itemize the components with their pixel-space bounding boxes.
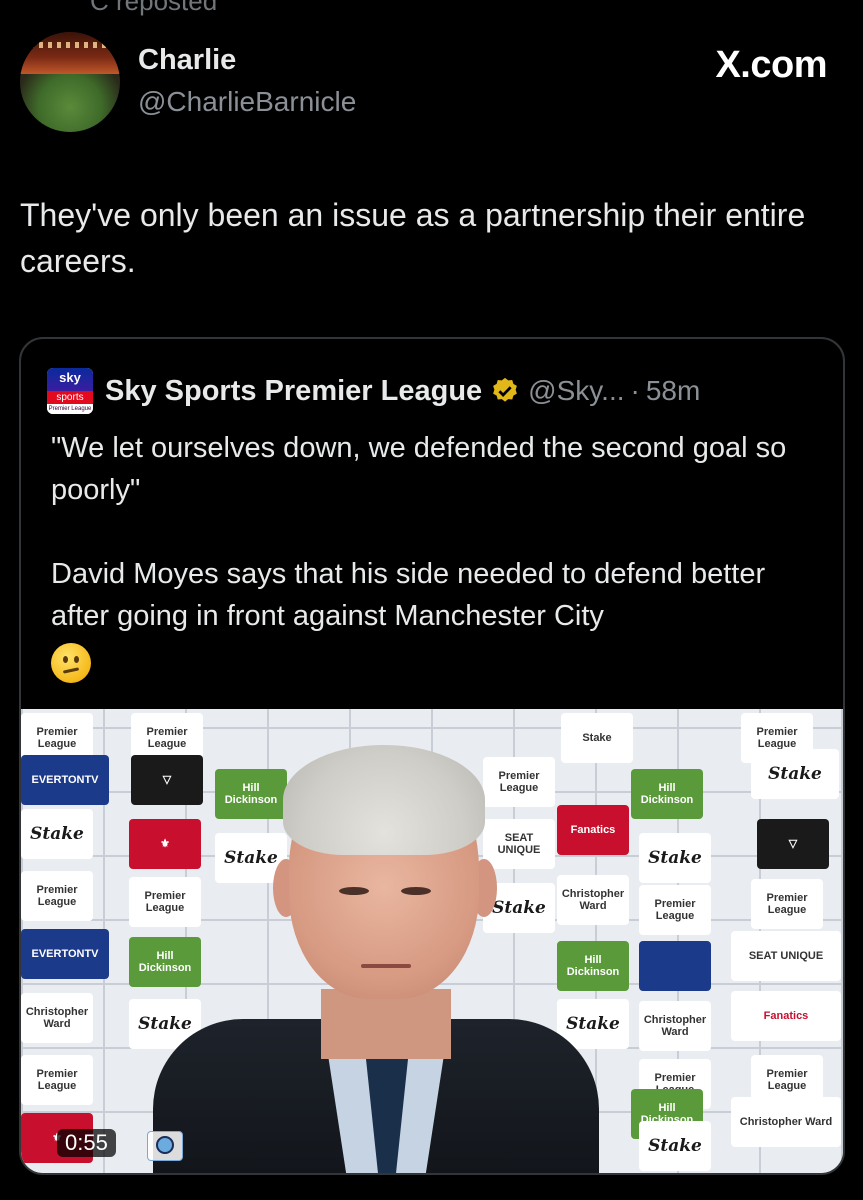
backdrop-tile: Christopher Ward xyxy=(639,1001,711,1051)
backdrop-tile: Christopher Ward xyxy=(21,993,93,1043)
author-name[interactable]: Charlie xyxy=(138,44,236,77)
speaker-eye xyxy=(401,887,431,895)
author-handle[interactable]: @CharlieBarnicle xyxy=(138,86,356,118)
verified-badge-icon xyxy=(493,377,518,402)
quoted-post-card[interactable]: sky sports Premier League Sky Sports Pre… xyxy=(19,337,845,1175)
backdrop-tile: Premier League xyxy=(129,877,201,927)
castore-tile: ▽ xyxy=(131,755,203,805)
video-duration-badge: 0:55 xyxy=(57,1129,116,1157)
backdrop-tile: Christopher Ward xyxy=(731,1097,841,1147)
speaker-neck xyxy=(321,989,451,1059)
backdrop-tile: SEAT UNIQUE xyxy=(483,819,555,869)
quoted-paragraph-2: David Moyes says that his side needed to… xyxy=(51,558,766,632)
backdrop-tile: Hill Dickinson xyxy=(129,937,201,987)
backdrop-tile: Premier League xyxy=(21,1055,93,1105)
quoted-timestamp[interactable]: 58m xyxy=(646,375,700,407)
backdrop-tile: Premier League xyxy=(21,871,93,921)
blue-tile xyxy=(639,941,711,991)
backdrop-tile: SEAT UNIQUE xyxy=(731,931,841,981)
backdrop-tile: Premier League xyxy=(483,757,555,807)
backdrop-tile: Christopher Ward xyxy=(557,875,629,925)
man-city-crest-icon xyxy=(147,1131,183,1161)
backdrop-tile: EVERTONTV xyxy=(21,755,109,805)
backdrop-tile: Stake xyxy=(751,749,839,799)
backdrop-tile: Hill Dickinson xyxy=(631,769,703,819)
backdrop-tile: EVERTONTV xyxy=(21,929,109,979)
quoted-author-handle[interactable]: @Sky... xyxy=(528,375,624,407)
quoted-post-header: sky sports Premier League Sky Sports Pre… xyxy=(47,368,700,414)
speaker-hair xyxy=(283,745,485,855)
quoted-post-text: "We let ourselves down, we defended the … xyxy=(51,427,831,695)
backdrop-tile: Fanatics xyxy=(731,991,841,1041)
backdrop-tile: Premier League xyxy=(751,879,823,929)
backdrop-tile: Hill Dickinson xyxy=(215,769,287,819)
author-avatar[interactable] xyxy=(20,32,120,132)
meta-separator: · xyxy=(630,375,640,406)
speaker-eye xyxy=(339,887,369,895)
backdrop-tile: Premier League xyxy=(639,885,711,935)
backdrop-tile: Fanatics xyxy=(557,805,629,855)
sky-sports-avatar[interactable]: sky sports Premier League xyxy=(47,368,93,414)
backdrop-tile: Stake xyxy=(639,1121,711,1171)
speaker-mouth xyxy=(361,964,411,968)
confused-face-icon xyxy=(51,643,91,683)
backdrop-tile: Stake xyxy=(561,713,633,763)
backdrop-tile: Stake xyxy=(21,809,93,859)
castore-tile: ▽ xyxy=(757,819,829,869)
video-player[interactable]: Premier League Premier League Stake Prem… xyxy=(21,709,843,1173)
backdrop-tile: Stake xyxy=(639,833,711,883)
quoted-paragraph-1: "We let ourselves down, we defended the … xyxy=(51,432,787,506)
quoted-author-name[interactable]: Sky Sports Premier League xyxy=(105,375,482,408)
everton-crest-tile: ⚜ xyxy=(129,819,201,869)
post-text: They've only been an issue as a partners… xyxy=(20,197,806,279)
backdrop-tile: Hill Dickinson xyxy=(557,941,629,991)
x-brand-logo: X.com xyxy=(715,44,827,86)
repost-indicator: C reposted xyxy=(90,0,218,16)
